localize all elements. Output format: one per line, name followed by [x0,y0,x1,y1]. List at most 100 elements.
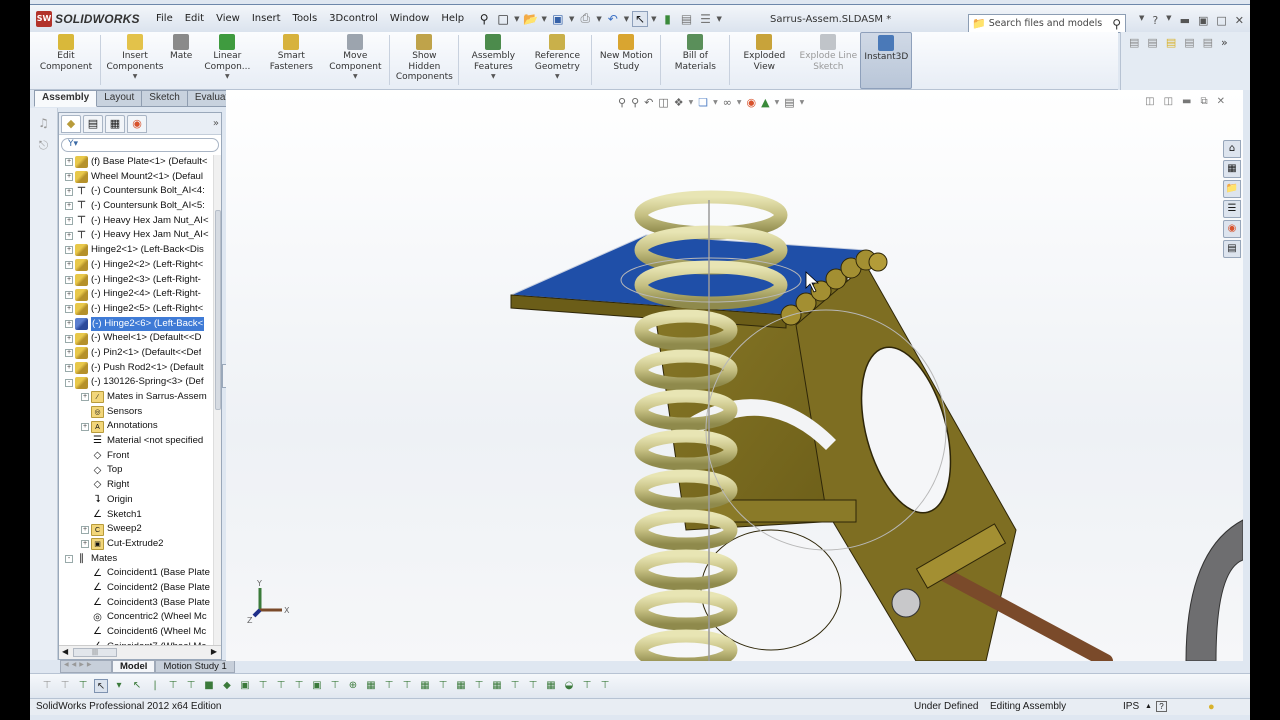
selection-filter-icon[interactable]: ⊤ [58,679,72,693]
tree-item[interactable]: - (-) 130126-Spring<3> (Def [59,375,213,390]
menu-edit[interactable]: Edit [179,13,210,24]
open-dropdown[interactable]: ▼ [542,15,547,23]
scroll-right-icon[interactable]: ▶ [211,647,217,656]
expand-icon[interactable]: + [65,187,73,196]
tab-assembly[interactable]: Assembly [34,90,98,107]
mate-button[interactable]: Mate [167,32,195,89]
help-icon[interactable]: ? [1152,14,1158,27]
annotation-tool-icon[interactable]: ▤ [1147,36,1157,86]
collapse-icon[interactable]: - [65,554,73,563]
selection-filter-icon[interactable]: ⊤ [274,679,288,693]
new-document-icon[interactable]: □ [495,11,511,27]
expand-icon[interactable]: + [65,363,73,372]
solidworks-logo[interactable]: SW SOLIDWORKS [36,10,146,27]
selection-filter-icon[interactable]: ⊤ [598,679,612,693]
sketch-step-icon[interactable]: ⎋ [30,138,57,153]
menu-file[interactable]: File [150,13,179,24]
selection-filter-icon[interactable]: ◆ [220,679,234,693]
selection-filter-icon[interactable]: ⊤ [526,679,540,693]
tree-item[interactable]: + A Annotations [59,419,213,434]
property-manager-icon[interactable]: ▤ [83,114,103,133]
tree-item[interactable]: + ⊤ (-) Heavy Hex Jam Nut_AI< [59,228,213,243]
exploded-view-button[interactable]: Exploded View [732,32,796,89]
selection-filter-icon[interactable]: ▾ [112,679,126,693]
design-library-icon[interactable]: ▦ [1223,160,1241,178]
featuremanager-tree-icon[interactable]: ◆ [61,114,81,133]
smart-fasteners-button[interactable]: Smart Fasteners [259,32,323,89]
scrollbar-thumb[interactable] [215,210,221,410]
view-palette-icon[interactable]: ☰ [1223,200,1241,218]
search-input[interactable]: Search files and models [989,18,1103,29]
menu-window[interactable]: Window [384,13,435,24]
new-dropdown[interactable]: ▼ [514,15,519,23]
tree-item[interactable]: + Hinge2<1> (Left-Back<Dis [59,243,213,258]
custom-properties-icon[interactable]: ▤ [1223,240,1241,258]
undo-dropdown[interactable]: ▼ [624,15,629,23]
tree-item[interactable]: ☰ Material <not specified [59,434,213,449]
bill-of-materials-button[interactable]: Bill of Materials [663,32,727,89]
tree-item[interactable]: ∠ Coincident6 (Wheel Mc [59,625,213,640]
selection-filter-icon[interactable]: ⊤ [292,679,306,693]
insert-components-button[interactable]: Insert Components ▼ [103,32,167,89]
help-dropdown-icon[interactable]: ▼ [1166,14,1171,27]
linear-component-pattern-button[interactable]: Linear Compon... ▼ [195,32,259,89]
select-icon[interactable]: ↖ [632,10,649,27]
selection-filter-icon[interactable]: ▦ [490,679,504,693]
expand-icon[interactable]: + [65,275,73,284]
selection-filter-icon[interactable]: ▦ [418,679,432,693]
search-icon[interactable]: ⚲ [1112,17,1121,31]
unit-menu-arrow-icon[interactable]: ▲ [1145,699,1152,715]
expand-icon[interactable]: + [65,202,73,211]
expand-icon[interactable]: + [81,393,89,402]
expand-icon[interactable]: + [65,217,73,226]
selection-filter-icon[interactable]: ▦ [364,679,378,693]
graphics-area[interactable]: ⚲ ⚲ ↶ ◫ ❖▼ ❏▼ ∞▼ ◉ ▲▼ ▤▼ ◫ ◫ ▬ ⧉ ✕ [226,90,1243,661]
tree-item[interactable]: ◎ Sensors [59,405,213,420]
selection-filter-icon[interactable]: ■ [202,679,216,693]
select-dropdown[interactable]: ▼ [651,15,656,23]
expand-icon[interactable]: + [65,319,73,328]
tab-sketch[interactable]: Sketch [142,90,188,107]
selection-filter-icon[interactable]: ⊤ [40,679,54,693]
tree-item[interactable]: ◇ Right [59,478,213,493]
tree-item[interactable]: + (-) Hinge2<5> (Left-Right< [59,302,213,317]
show-hidden-components-button[interactable]: Show Hidden Components [392,32,456,89]
search-dropdown-icon[interactable]: ▼ [1139,14,1144,27]
collapse-icon[interactable]: - [65,378,73,387]
chevron-down-icon[interactable]: ▼ [225,72,230,83]
unit-system[interactable]: IPS [1123,699,1139,715]
menu-help[interactable]: Help [435,13,470,24]
chevron-down-icon[interactable]: ▼ [555,72,560,83]
menu-view[interactable]: View [210,13,246,24]
scrollbar-thumb[interactable]: ||| [73,648,117,657]
pin-icon[interactable]: ⚲ [476,11,492,27]
print-icon[interactable]: ⎙ [577,11,593,27]
quick-tips-help-icon[interactable]: ? [1156,701,1167,712]
expand-icon[interactable]: + [65,173,73,182]
open-icon[interactable]: 📂 [523,11,539,27]
annotation-tool-icon[interactable]: ▤ [1203,36,1213,86]
selection-filter-icon[interactable]: ⊤ [382,679,396,693]
close-icon[interactable]: ✕ [1235,14,1244,27]
edit-component-button[interactable]: Edit Component [34,32,98,89]
file-properties-icon[interactable]: ▤ [679,11,695,27]
appearances-icon[interactable]: ◉ [1223,220,1241,238]
tree-item[interactable]: ∠ Coincident3 (Base Plate [59,596,213,611]
selection-filter-icon[interactable]: ⊤ [400,679,414,693]
tree-filter[interactable]: Y▾ [61,138,219,152]
dimxpert-icon[interactable]: ♫ [30,116,57,130]
tree-item[interactable]: + ▣ Cut-Extrude2 [59,537,213,552]
reference-geometry-button[interactable]: Reference Geometry ▼ [525,32,589,89]
tree-vertical-scrollbar[interactable] [213,155,221,645]
tree-item[interactable]: ⮧ Origin [59,493,213,508]
search-box[interactable]: 📁 Search files and models ⚲ [968,14,1126,33]
solidworks-resources-icon[interactable]: ⌂ [1223,140,1241,158]
tree-item[interactable]: + ⊤ (-) Countersunk Bolt_AI<4: [59,184,213,199]
tree-item[interactable]: + ∕ Mates in Sarrus-Assem [59,390,213,405]
save-icon[interactable]: ▣ [550,11,566,27]
annotation-tool-icon[interactable]: ▤ [1166,36,1176,86]
expand-icon[interactable]: + [65,305,73,314]
tree-item[interactable]: + (f) Base Plate<1> (Default< [59,155,213,170]
selection-filter-icon[interactable]: ◒ [562,679,576,693]
expand-icon[interactable]: + [65,334,73,343]
